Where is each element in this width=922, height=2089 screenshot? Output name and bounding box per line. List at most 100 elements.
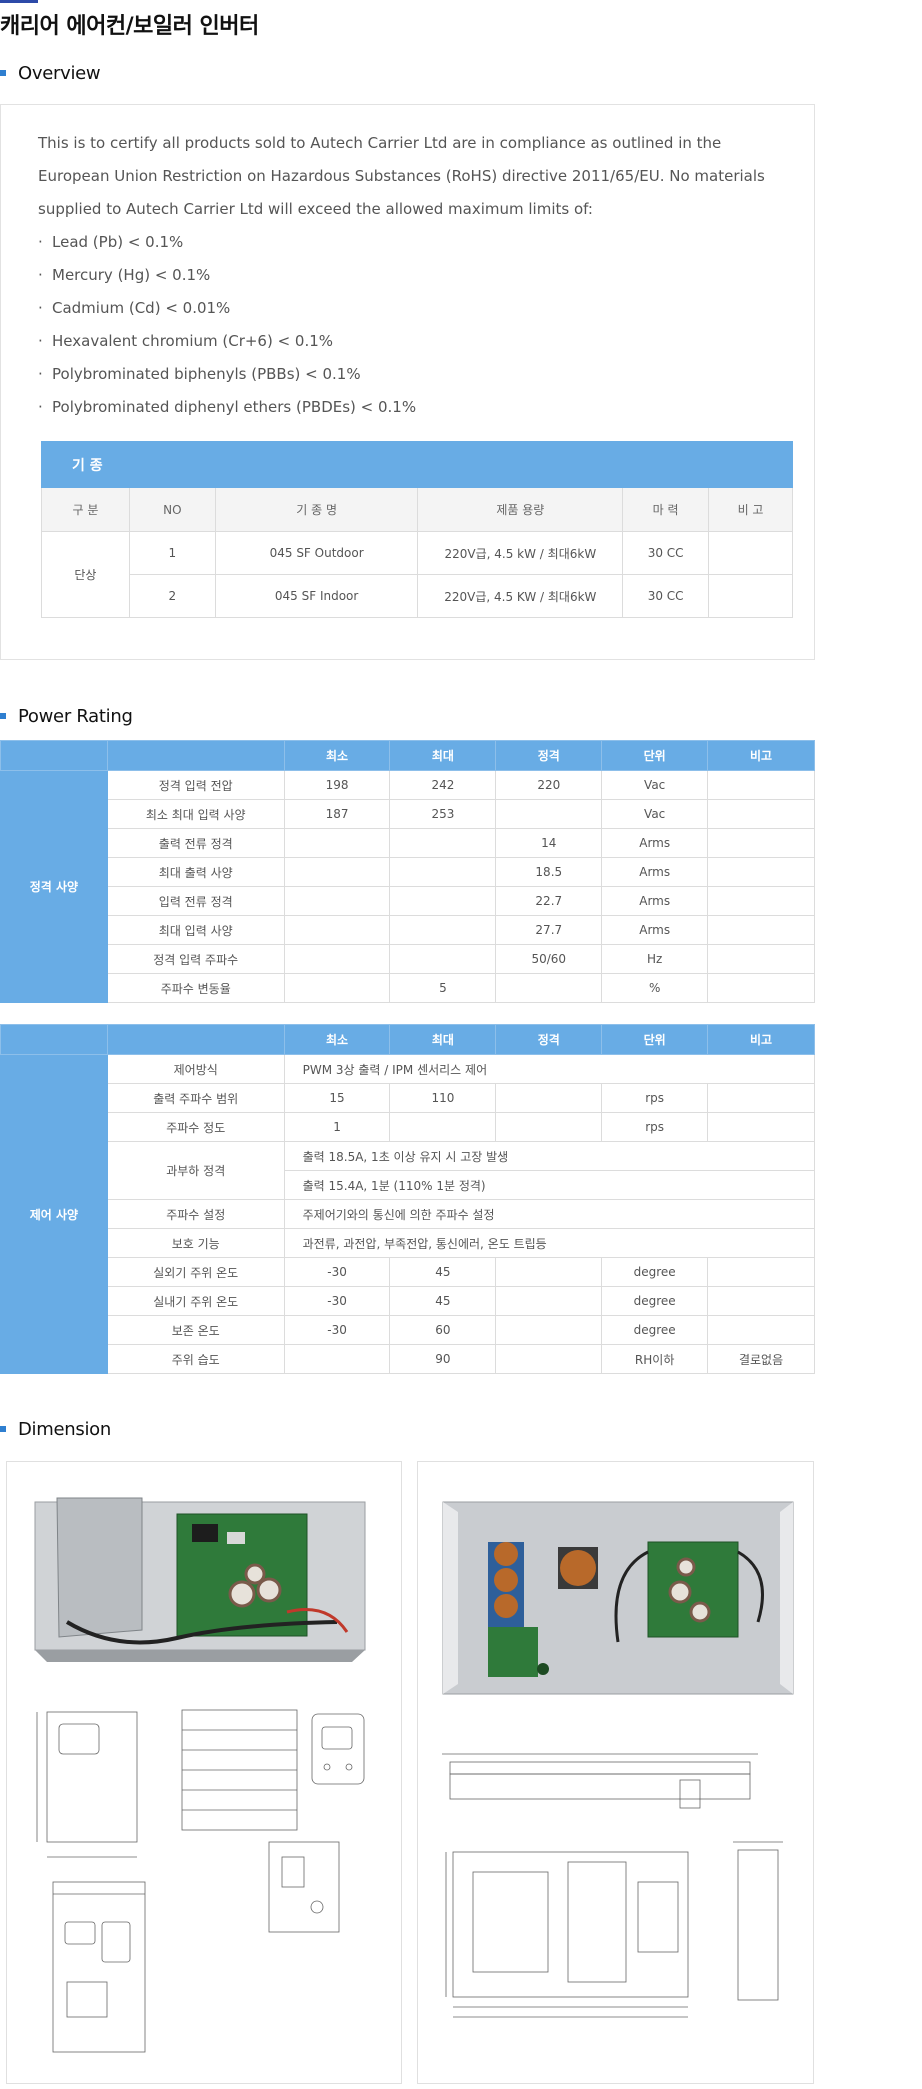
table-row: 주위 습도 90 RH이하 결로없음 xyxy=(1,1344,815,1374)
table-cell: 45 xyxy=(389,1286,497,1316)
dimension-heading: Dimension xyxy=(0,1417,111,1441)
page-title: 캐리어 에어컨/보일러 인버터 xyxy=(0,14,259,39)
table-row: 주파수 정도 1 rps xyxy=(1,1112,815,1142)
column-header: 최대 xyxy=(389,1024,497,1055)
limit-text: Lead (Pb) < 0.1% xyxy=(52,233,184,251)
row-label: 최대 출력 사양 xyxy=(106,857,285,887)
table-cell: -30 xyxy=(283,1315,391,1345)
table-cell: -30 xyxy=(283,1286,391,1316)
list-item: · Mercury (Hg) < 0.1% xyxy=(38,259,778,292)
table-row: 보호 기능 과전류, 과전압, 부족전압, 통신에러, 온도 트립등 xyxy=(1,1228,816,1258)
row-label: 주파수 정도 xyxy=(106,1112,285,1142)
table-cell xyxy=(283,973,391,1003)
column-header: 정격 xyxy=(495,740,603,771)
column-header: 최소 xyxy=(283,1024,391,1055)
table-cell xyxy=(495,973,603,1003)
indoor-board-photo xyxy=(442,1501,794,1695)
model-table-caption: 기 종 xyxy=(41,441,793,488)
limit-text: Hexavalent chromium (Cr+6) < 0.1% xyxy=(52,332,334,350)
table-header-row: 최소 최대 정격 단위 비고 xyxy=(0,1024,815,1055)
row-label: 정격 입력 주파수 xyxy=(106,944,285,974)
rohs-text-line: supplied to Autech Carrier Ltd will exce… xyxy=(38,200,593,218)
table-row: 최대 출력 사양 18.5 Arms xyxy=(1,857,815,887)
table-cell: 253 xyxy=(389,799,497,829)
list-item: · Hexavalent chromium (Cr+6) < 0.1% xyxy=(38,325,778,358)
bullet-dot: · xyxy=(38,365,43,383)
column-header: 구 분 xyxy=(41,487,130,532)
power-rating-table: 최소 최대 정격 단위 비고 정격 사양 정격 입력 전압 198 242 22… xyxy=(0,740,815,1003)
row-label: 주파수 변동율 xyxy=(106,973,285,1003)
table-cell xyxy=(707,828,815,858)
dimension-panel-indoor xyxy=(417,1461,814,2084)
bullet-dot: · xyxy=(38,299,43,317)
control-group-cell: 제어 사양 xyxy=(0,1054,108,1374)
table-header-row: 최소 최대 정격 단위 비고 xyxy=(0,740,815,771)
table-cell: 50/60 xyxy=(495,944,603,974)
table-cell: 18.5 xyxy=(495,857,603,887)
table-row: 실외기 주위 온도 -30 45 degree xyxy=(1,1257,815,1287)
indoor-unit-illustration xyxy=(442,1501,794,2018)
table-cell: Vac xyxy=(601,799,709,829)
row-label: 보호 기능 xyxy=(106,1228,285,1258)
row-label: 제어방식 xyxy=(106,1054,285,1084)
table-cell xyxy=(707,886,815,916)
table-cell xyxy=(283,828,391,858)
limits-list: · Lead (Pb) < 0.1% · Mercury (Hg) < 0.1% ·… xyxy=(38,226,778,424)
heading-bullet-icon xyxy=(0,713,6,719)
table-cell xyxy=(389,1112,497,1142)
column-header: 단위 xyxy=(601,740,709,771)
table-cell xyxy=(389,857,497,887)
table-cell xyxy=(707,1315,815,1345)
table-cell xyxy=(707,973,815,1003)
limit-text: Cadmium (Cd) < 0.01% xyxy=(52,299,231,317)
limit-text: Polybrominated diphenyl ethers (PBDEs) <… xyxy=(52,398,417,416)
row-label: 과부하 정격 xyxy=(106,1141,285,1200)
table-cell: 출력 18.5A, 1초 이상 유지 시 고장 발생 xyxy=(283,1141,816,1171)
table-cell xyxy=(707,799,815,829)
row-label: 출력 전류 정격 xyxy=(106,828,285,858)
table-cell xyxy=(389,915,497,945)
bullet-dot: · xyxy=(38,266,43,284)
column-header: 비 고 xyxy=(708,487,793,532)
table-cell: RH이하 xyxy=(601,1344,709,1374)
column-header xyxy=(0,1024,108,1055)
table-cell: 30 CC xyxy=(622,531,710,575)
rohs-text-line: European Union Restriction on Hazardous … xyxy=(38,167,765,185)
table-row: 보존 온도 -30 60 degree xyxy=(1,1315,815,1345)
indoor-dimension-drawings xyxy=(442,1753,783,2018)
column-header: 마 력 xyxy=(622,487,710,532)
column-header: 최대 xyxy=(389,740,497,771)
row-label: 입력 전류 정격 xyxy=(106,886,285,916)
list-item: · Polybrominated diphenyl ethers (PBDEs) … xyxy=(38,391,778,424)
table-cell xyxy=(495,1286,603,1316)
table-cell: Vac xyxy=(601,770,709,800)
row-label: 최소 최대 입력 사양 xyxy=(106,799,285,829)
table-row: 제어 사양 제어방식 PWM 3상 출력 / IPM 센서리스 제어 xyxy=(0,1054,816,1374)
table-cell xyxy=(495,1315,603,1345)
table-row: 주파수 설정 주제어기와의 통신에 의한 주파수 설정 xyxy=(1,1199,816,1229)
table-row: 과부하 정격 출력 18.5A, 1초 이상 유지 시 고장 발생 xyxy=(1,1141,816,1200)
table-cell: PWM 3상 출력 / IPM 센서리스 제어 xyxy=(283,1054,816,1084)
table-row: 정격 입력 주파수 50/60 Hz xyxy=(1,944,815,974)
bullet-dot: · xyxy=(38,332,43,350)
table-cell xyxy=(707,1257,815,1287)
limit-text: Polybrominated biphenyls (PBBs) < 0.1% xyxy=(52,365,361,383)
model-table: 기 종 구 분 NO 기 종 명 제품 용량 마 력 비 고 단상 1 045 … xyxy=(41,441,793,618)
table-row: 입력 전류 정격 22.7 Arms xyxy=(1,886,815,916)
table-cell xyxy=(707,857,815,887)
row-label: 최대 입력 사양 xyxy=(106,915,285,945)
table-row: 실내기 주위 온도 -30 45 degree xyxy=(1,1286,815,1316)
table-cell: 5 xyxy=(389,973,497,1003)
overview-heading-label: Overview xyxy=(18,62,101,84)
column-header: 비고 xyxy=(707,740,815,771)
outdoor-unit-illustration xyxy=(34,1497,366,2053)
column-header: 제품 용량 xyxy=(417,487,624,532)
rohs-statement: This is to certify all products sold to … xyxy=(38,127,778,424)
bullet-dot: · xyxy=(38,233,43,251)
dimension-panel-outdoor xyxy=(6,1461,402,2084)
column-header: 기 종 명 xyxy=(214,487,419,532)
table-cell xyxy=(283,944,391,974)
table-cell: 60 xyxy=(389,1315,497,1345)
table-cell: 220V급, 4.5 kW / 최대6kW xyxy=(417,531,624,575)
table-cell xyxy=(708,574,793,618)
